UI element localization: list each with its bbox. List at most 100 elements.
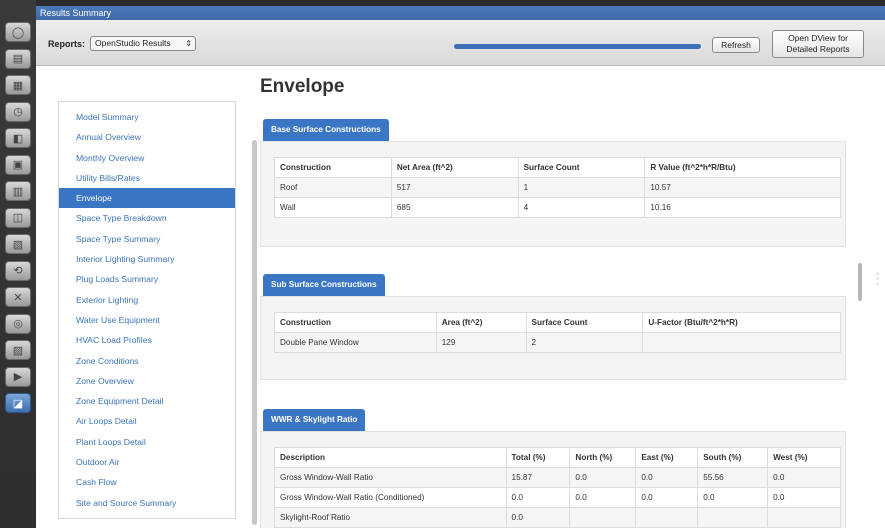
nav-item[interactable]: Space Type Summary bbox=[59, 229, 235, 249]
window-title: Results Summary bbox=[36, 6, 885, 20]
select-arrows-icon: ⇕ bbox=[185, 39, 192, 48]
column-header: Net Area (ft^2) bbox=[390, 157, 519, 178]
table-row: Wall 685 4 10.16 bbox=[274, 197, 841, 218]
globe-icon[interactable]: ◯ bbox=[5, 22, 31, 42]
table-row: Gross Window-Wall Ratio (Conditioned) 0.0… bbox=[274, 487, 841, 508]
page-title: Envelope bbox=[260, 76, 345, 97]
dview-label-line1: Open DView for bbox=[788, 33, 848, 43]
table-cell: 0.0 bbox=[635, 467, 699, 488]
hvac-loop-icon[interactable]: ⟲ bbox=[5, 260, 31, 281]
more-options-icon[interactable]: • • • bbox=[876, 270, 880, 289]
nav-list: Model Summary Annual Overview Monthly Over… bbox=[59, 107, 235, 513]
column-header: West (%) bbox=[767, 447, 841, 468]
construction-icon[interactable]: ◧ bbox=[5, 128, 31, 148]
nav-item[interactable]: Site and Source Summary bbox=[59, 493, 235, 513]
column-header: Construction bbox=[274, 312, 437, 333]
wwr-table: Description Total (%) North (%) East (%) Sou… bbox=[274, 447, 841, 528]
results-window: Results Summary Reports: OpenStudio Resu… bbox=[36, 6, 885, 528]
table-row: Roof 517 1 10.57 bbox=[274, 177, 841, 198]
table-cell: Skylight-Roof Ratio bbox=[274, 507, 507, 528]
nav-item[interactable]: Envelope bbox=[59, 188, 235, 209]
nav-scrollbar[interactable] bbox=[252, 140, 257, 525]
nav-item[interactable]: HVAC Load Profiles bbox=[59, 330, 235, 350]
table-cell: Gross Window-Wall Ratio (Conditioned) bbox=[274, 487, 507, 508]
table-cell: 4 bbox=[517, 197, 646, 218]
table-cell: 685 bbox=[390, 197, 519, 218]
nav-item[interactable]: Plug Loads Summary bbox=[59, 269, 235, 289]
nav-item[interactable]: Exterior Lighting bbox=[59, 290, 235, 310]
table-cell: 0.0 bbox=[635, 487, 699, 508]
base-surface-table: Construction Net Area (ft^2) Surface Count… bbox=[274, 157, 841, 218]
report-nav: Model Summary Annual Overview Monthly Over… bbox=[58, 101, 257, 525]
measures-icon[interactable]: ◎ bbox=[5, 313, 31, 334]
nav-item[interactable]: Monthly Overview bbox=[59, 148, 235, 168]
table-cell: 0.0 bbox=[697, 487, 769, 508]
nav-item[interactable]: Cash Flow bbox=[59, 472, 235, 492]
progress-bar bbox=[454, 44, 701, 49]
load-icon[interactable]: ▣ bbox=[5, 154, 31, 175]
nav-item[interactable]: Utility Bills/Rates bbox=[59, 168, 235, 188]
thermal-zone-icon[interactable]: ◫ bbox=[5, 207, 31, 228]
wwr-heading: WWR & Skylight Ratio bbox=[263, 409, 366, 431]
table-cell: Gross Window-Wall Ratio bbox=[274, 467, 507, 488]
nav-item[interactable]: Outdoor Air bbox=[59, 452, 235, 472]
toolbar: Reports: OpenStudio Results ⇕ Refresh Op… bbox=[36, 20, 885, 66]
dview-label-line2: Detailed Reports bbox=[786, 44, 850, 54]
building-icon[interactable]: ▦ bbox=[5, 75, 31, 95]
report-content: Envelope Model Summary Annual Overview Mon… bbox=[36, 67, 885, 528]
column-header: U-Factor (Btu/ft^2*h*R) bbox=[642, 312, 841, 333]
table-cell: 15.87 bbox=[505, 467, 571, 488]
reports-select[interactable]: OpenStudio Results ⇕ bbox=[90, 36, 196, 51]
table-cell: 129 bbox=[435, 332, 527, 353]
nav-item[interactable]: Zone Conditions bbox=[59, 351, 235, 371]
table-cell: 10.57 bbox=[644, 177, 841, 198]
run-icon[interactable]: ▨ bbox=[5, 340, 31, 360]
table-row: Double Pane Window 129 2 bbox=[274, 332, 841, 353]
refresh-button[interactable]: Refresh bbox=[712, 37, 760, 53]
nav-item[interactable]: Zone Equipment Detail bbox=[59, 391, 235, 411]
table-cell bbox=[642, 332, 841, 353]
table-cell: 1 bbox=[517, 177, 646, 198]
column-header: Surface Count bbox=[517, 157, 646, 178]
column-header: Total (%) bbox=[505, 447, 571, 468]
table-cell: 55.56 bbox=[697, 467, 769, 488]
column-header: South (%) bbox=[697, 447, 769, 468]
table-cell: 0.0 bbox=[505, 487, 571, 508]
table-cell: Roof bbox=[274, 177, 392, 198]
main-scrollbar[interactable] bbox=[858, 263, 862, 301]
table-row: Skylight-Roof Ratio 0.0 bbox=[274, 507, 841, 528]
column-header: Construction bbox=[274, 157, 392, 178]
nav-item[interactable]: Air Loops Detail bbox=[59, 411, 235, 431]
vertical-tab-rail: ◯ ▤ ▦ ◷ ◧ ▣ ▥ ◫ ▧ ⟲ ✕ ◎ ▨ ▶ ◪ bbox=[0, 0, 36, 528]
nav-item[interactable]: Space Type Breakdown bbox=[59, 208, 235, 228]
nav-item[interactable]: Plant Loops Detail bbox=[59, 432, 235, 452]
nav-item[interactable]: Zone Overview bbox=[59, 371, 235, 391]
sub-surface-table: Construction Area (ft^2) Surface Count U-Fa… bbox=[274, 312, 841, 353]
table-cell: Wall bbox=[274, 197, 392, 218]
tools-icon[interactable]: ✕ bbox=[5, 287, 31, 307]
table-cell bbox=[697, 507, 769, 528]
table-cell: 0.0 bbox=[767, 467, 841, 488]
schedule-icon[interactable]: ◷ bbox=[5, 101, 31, 122]
nav-item[interactable]: Model Summary bbox=[59, 107, 235, 127]
open-dview-button[interactable]: Open DView for Detailed Reports bbox=[772, 30, 864, 58]
table-cell: 10.16 bbox=[644, 197, 841, 218]
space-icon[interactable]: ▥ bbox=[5, 181, 31, 201]
results-icon[interactable]: ▶ bbox=[5, 366, 31, 387]
nav-item[interactable]: Water Use Equipment bbox=[59, 310, 235, 330]
table-cell bbox=[635, 507, 699, 528]
summary-icon[interactable]: ◪ bbox=[5, 393, 31, 413]
table-cell: 0.0 bbox=[505, 507, 571, 528]
table-cell: 0.0 bbox=[569, 467, 637, 488]
table-row: Gross Window-Wall Ratio 15.87 0.0 0.0 55.56 0… bbox=[274, 467, 841, 488]
base-surface-heading: Base Surface Constructions bbox=[263, 119, 389, 141]
app-root: ◯ ▤ ▦ ◷ ◧ ▣ ▥ ◫ ▧ ⟲ ✕ ◎ ▨ ▶ ◪ Results Su… bbox=[0, 0, 885, 528]
library-icon[interactable]: ▤ bbox=[5, 48, 31, 69]
sub-surface-heading: Sub Surface Constructions bbox=[263, 274, 385, 296]
nav-item[interactable]: Interior Lighting Summary bbox=[59, 249, 235, 269]
table-cell bbox=[569, 507, 637, 528]
nav-item[interactable]: Annual Overview bbox=[59, 127, 235, 147]
table-cell: 0.0 bbox=[767, 487, 841, 508]
column-header: North (%) bbox=[569, 447, 637, 468]
facility-icon[interactable]: ▧ bbox=[5, 234, 31, 254]
